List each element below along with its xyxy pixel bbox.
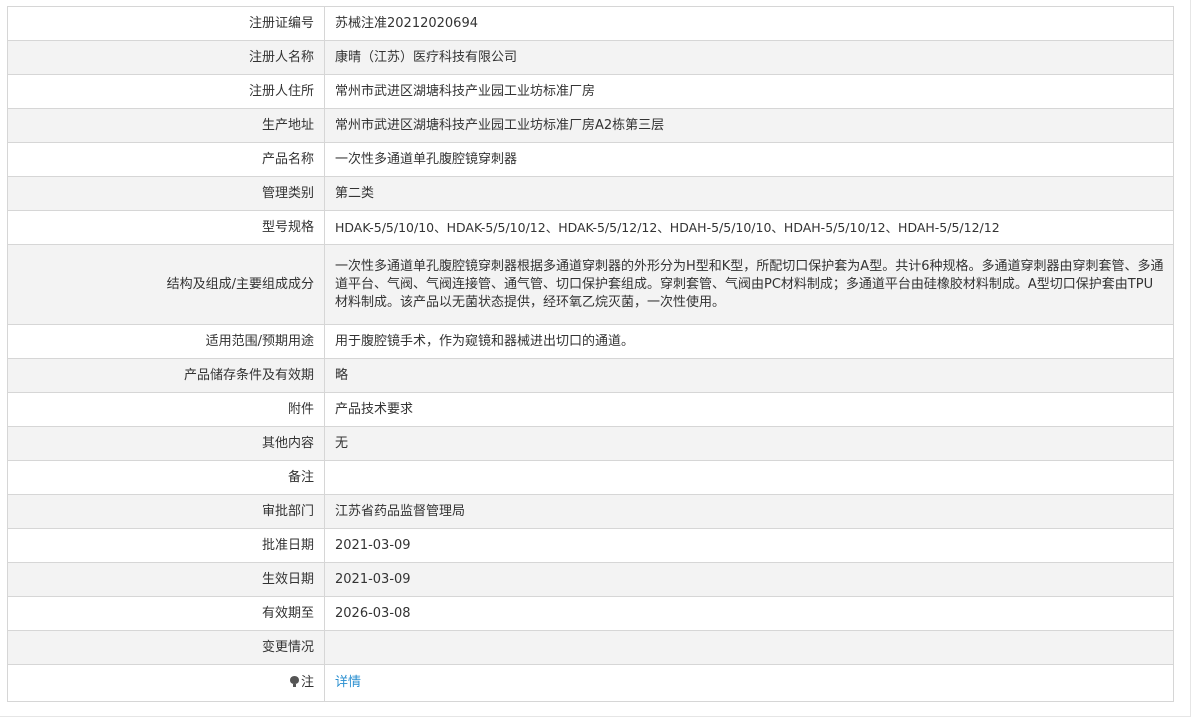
row-intended-use: 适用范围/预期用途 用于腹腔镜手术，作为窥镜和器械进出切口的通道。 — [7, 324, 1174, 359]
field-value: 常州市武进区湖塘科技产业园工业坊标准厂房A2栋第三层 — [324, 108, 1174, 143]
field-label: 其他内容 — [7, 426, 325, 461]
field-value: 产品技术要求 — [324, 392, 1174, 427]
field-label: 批准日期 — [7, 528, 325, 563]
field-value: 第二类 — [324, 176, 1174, 211]
field-value: 一次性多通道单孔腹腔镜穿刺器 — [324, 142, 1174, 177]
lightbulb-icon — [289, 676, 299, 687]
field-label: 生效日期 — [7, 562, 325, 597]
field-label: 生产地址 — [7, 108, 325, 143]
field-value: 苏械注准20212020694 — [324, 6, 1174, 41]
row-registrant-name: 注册人名称 康晴（江苏）医疗科技有限公司 — [7, 40, 1174, 75]
field-label: 附件 — [7, 392, 325, 427]
field-value — [324, 630, 1174, 665]
field-label: 注册人名称 — [7, 40, 325, 75]
field-label: 产品储存条件及有效期 — [7, 358, 325, 393]
row-model-spec: 型号规格 HDAK-5/5/10/10、HDAK-5/5/10/12、HDAK-… — [7, 210, 1174, 245]
row-storage-validity: 产品储存条件及有效期 略 — [7, 358, 1174, 393]
field-value: HDAK-5/5/10/10、HDAK-5/5/10/12、HDAK-5/5/1… — [324, 210, 1174, 245]
field-label: 注册证编号 — [7, 6, 325, 41]
row-approval-date: 批准日期 2021-03-09 — [7, 528, 1174, 563]
field-value: 康晴（江苏）医疗科技有限公司 — [324, 40, 1174, 75]
field-label: 注册人住所 — [7, 74, 325, 109]
field-value: 江苏省药品监督管理局 — [324, 494, 1174, 529]
details-link[interactable]: 详情 — [335, 675, 361, 690]
field-value: 略 — [324, 358, 1174, 393]
row-effective-date: 生效日期 2021-03-09 — [7, 562, 1174, 597]
row-other-content: 其他内容 无 — [7, 426, 1174, 461]
row-product-name: 产品名称 一次性多通道单孔腹腔镜穿刺器 — [7, 142, 1174, 177]
row-management-category: 管理类别 第二类 — [7, 176, 1174, 211]
field-value: 一次性多通道单孔腹腔镜穿刺器根据多通道穿刺器的外形分为H型和K型，所配切口保护套… — [324, 244, 1174, 325]
row-approval-department: 审批部门 江苏省药品监督管理局 — [7, 494, 1174, 529]
field-label: 适用范围/预期用途 — [7, 324, 325, 359]
field-label: 管理类别 — [7, 176, 325, 211]
row-change-status: 变更情况 — [7, 630, 1174, 665]
row-attachment: 附件 产品技术要求 — [7, 392, 1174, 427]
field-label: 有效期至 — [7, 596, 325, 631]
row-registration-number: 注册证编号 苏械注准20212020694 — [7, 6, 1174, 41]
field-label: 型号规格 — [7, 210, 325, 245]
row-note: 注 详情 — [7, 664, 1174, 702]
note-label-cell: 注 — [7, 664, 325, 702]
field-value: 用于腹腔镜手术，作为窥镜和器械进出切口的通道。 — [324, 324, 1174, 359]
field-label: 变更情况 — [7, 630, 325, 665]
field-label: 备注 — [7, 460, 325, 495]
field-value: 常州市武进区湖塘科技产业园工业坊标准厂房 — [324, 74, 1174, 109]
field-value: 2021-03-09 — [324, 562, 1174, 597]
row-registrant-address: 注册人住所 常州市武进区湖塘科技产业园工业坊标准厂房 — [7, 74, 1174, 109]
field-label: 产品名称 — [7, 142, 325, 177]
field-value: 无 — [324, 426, 1174, 461]
note-value-cell: 详情 — [324, 664, 1174, 702]
row-production-address: 生产地址 常州市武进区湖塘科技产业园工业坊标准厂房A2栋第三层 — [7, 108, 1174, 143]
note-label: 注 — [300, 675, 314, 690]
field-label: 审批部门 — [7, 494, 325, 529]
row-structure-composition: 结构及组成/主要组成成分 一次性多通道单孔腹腔镜穿刺器根据多通道穿刺器的外形分为… — [7, 244, 1174, 325]
registration-table: 注册证编号 苏械注准20212020694 注册人名称 康晴（江苏）医疗科技有限… — [7, 6, 1174, 702]
row-valid-until: 有效期至 2026-03-08 — [7, 596, 1174, 631]
field-label: 结构及组成/主要组成成分 — [7, 244, 325, 325]
field-value: 2026-03-08 — [324, 596, 1174, 631]
row-remarks: 备注 — [7, 460, 1174, 495]
field-value: 2021-03-09 — [324, 528, 1174, 563]
field-value — [324, 460, 1174, 495]
